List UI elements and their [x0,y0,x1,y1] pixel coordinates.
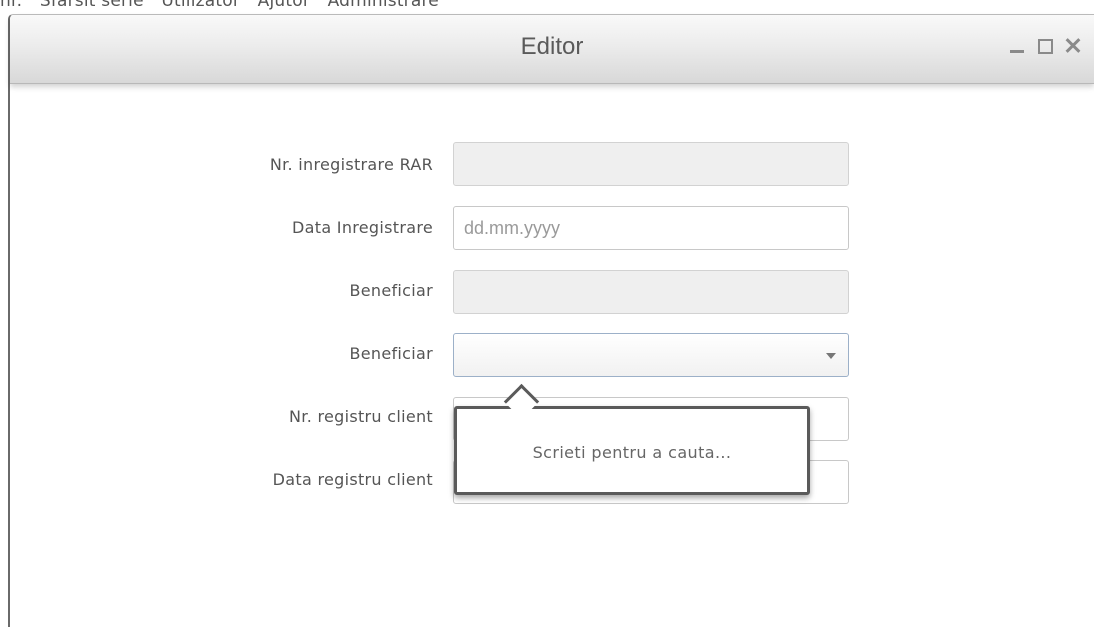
minimize-icon[interactable] [1008,37,1026,55]
label-beneficiar-select: Beneficiar [349,344,433,363]
menu-item-nr[interactable]: nr. [0,0,22,11]
editor-window: Editor Nr. inregistrare RAR Data Inregis… [8,14,1094,627]
beneficiar-combobox-input[interactable] [454,334,848,376]
menu-item-utilizator[interactable]: Utilizator [161,0,240,11]
menu-item-administrare[interactable]: Administrare [328,0,439,11]
data-inregistrare-input[interactable] [454,207,848,249]
label-nr-registru-client: Nr. registru client [289,407,433,426]
beneficiar-field[interactable] [453,270,849,314]
search-popover: Scrieti pentru a cauta... [454,406,810,495]
window-controls [1008,37,1082,55]
label-beneficiar: Beneficiar [349,281,433,300]
background-menubar: nr. Sfarsit serie Utilizator Ajutor Admi… [0,0,600,15]
beneficiar-combobox[interactable] [453,333,849,377]
window-title: Editor [520,33,584,60]
maximize-icon[interactable] [1036,37,1054,55]
nr-inregistrare-rar-input[interactable] [454,143,848,185]
beneficiar-input[interactable] [454,271,848,313]
data-inregistrare-field[interactable] [453,206,849,250]
menu-item-sfarsit-serie[interactable]: Sfarsit serie [40,0,144,11]
label-data-inregistrare: Data Inregistrare [292,218,433,237]
window-titlebar[interactable]: Editor [10,15,1094,84]
menu-item-ajutor[interactable]: Ajutor [258,0,310,11]
chevron-down-icon[interactable] [826,353,836,359]
label-data-registru-client: Data registru client [272,470,433,489]
nr-inregistrare-rar-field[interactable] [453,142,849,186]
search-hint-text: Scrieti pentru a cauta... [532,443,732,462]
label-nr-inregistrare-rar: Nr. inregistrare RAR [269,155,433,174]
close-icon[interactable] [1064,37,1082,55]
